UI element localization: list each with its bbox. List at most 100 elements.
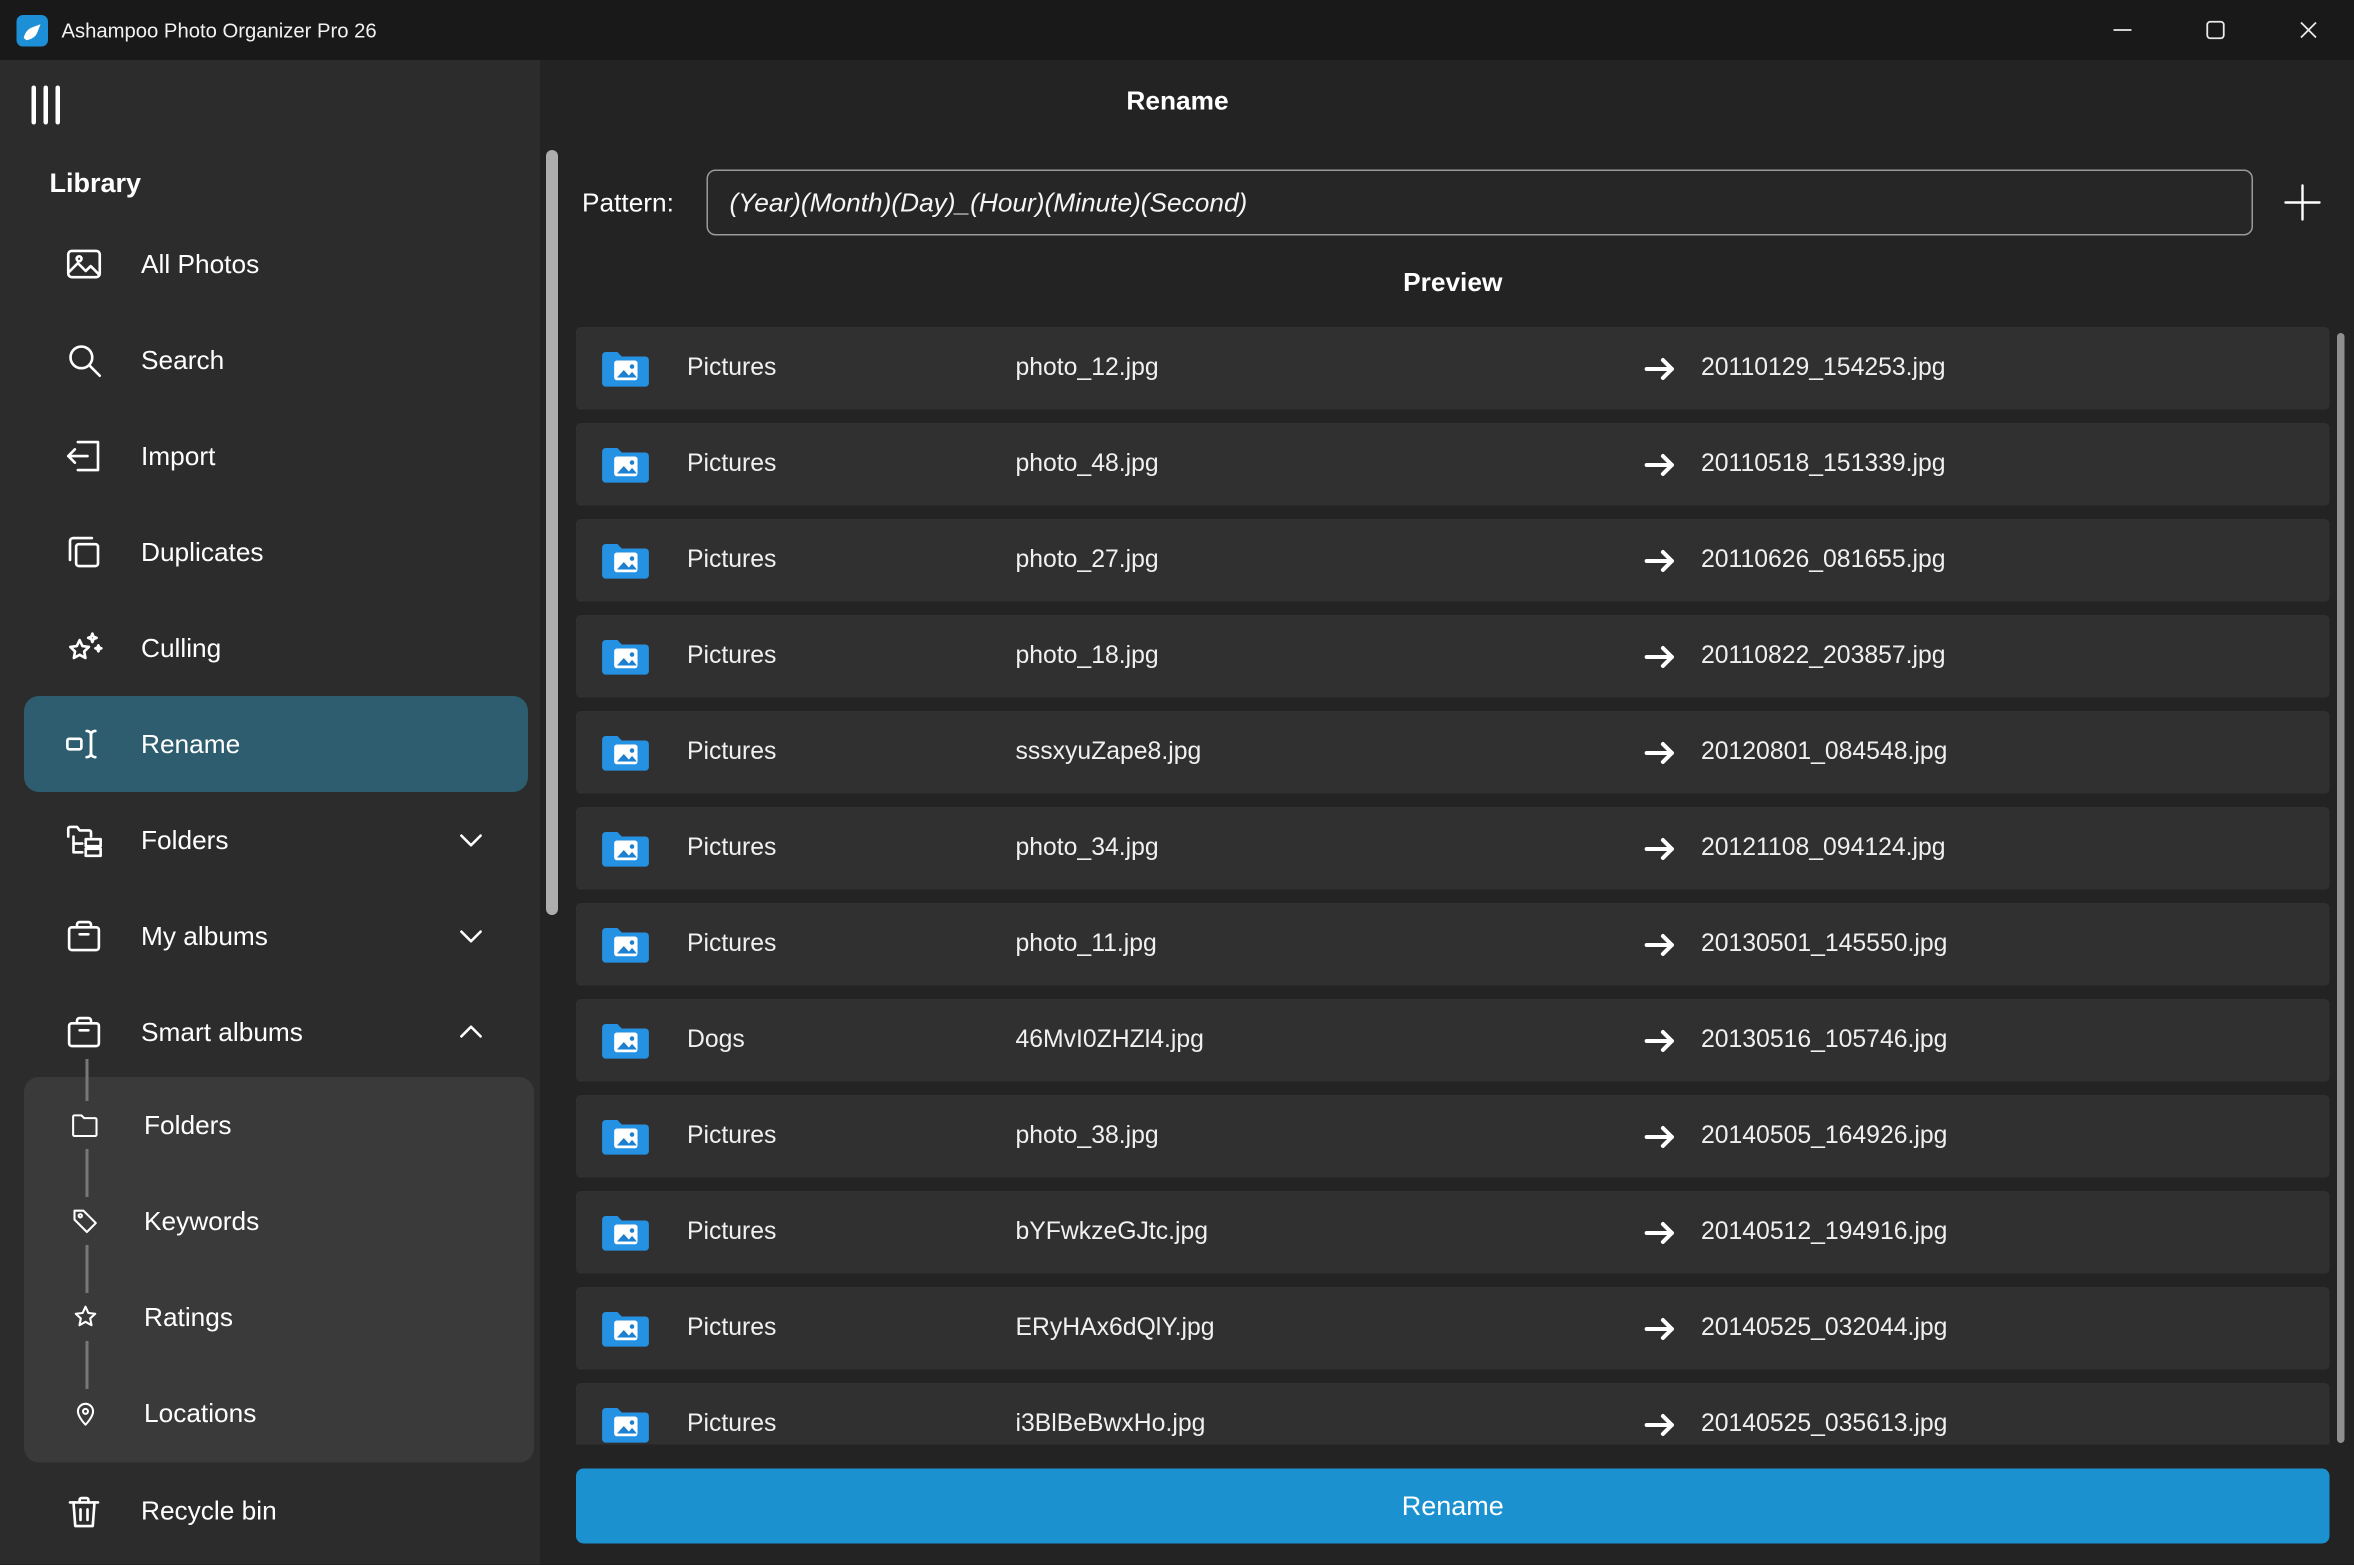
sidebar-item-label: Smart albums [141, 1016, 303, 1048]
preview-row[interactable]: Picturesi3BlBeBwxHo.jpg20140525_035613.j… [576, 1383, 2330, 1445]
smart-album-item-label: Keywords [144, 1205, 259, 1237]
arrow-right-icon [1641, 1117, 1680, 1156]
preview-row[interactable]: Picturesphoto_48.jpg20110518_151339.jpg [576, 423, 2330, 506]
sidebar-item-label: Duplicates [141, 536, 264, 568]
add-pattern-button[interactable] [2271, 168, 2334, 237]
smart-album-item-ratings[interactable]: Ratings [24, 1269, 534, 1365]
renamed-filename: 20120801_084548.jpg [1701, 738, 2330, 767]
folder-name: Pictures [687, 834, 1016, 863]
sidebar-scrollbar[interactable] [546, 150, 558, 915]
sidebar-item-recycle-bin[interactable]: Recycle bin [24, 1464, 528, 1559]
arrow-right-icon [1641, 349, 1680, 388]
close-button[interactable] [2262, 0, 2354, 60]
arrow-right-icon [1641, 541, 1680, 580]
renamed-filename: 20110129_154253.jpg [1701, 354, 2330, 383]
renamed-filename: 20110822_203857.jpg [1701, 642, 2330, 671]
original-filename: sssxyuZape8.jpg [1016, 738, 1642, 767]
preview-scrollbar[interactable] [2337, 333, 2345, 1443]
folder-icon [600, 1211, 651, 1255]
preview-row[interactable]: Picturesphoto_38.jpg20140505_164926.jpg [576, 1095, 2330, 1178]
folder-name: Pictures [687, 1314, 1016, 1343]
sidebar-item-search[interactable]: Search [24, 312, 528, 408]
folder-icon [600, 539, 651, 583]
renamed-filename: 20130501_145550.jpg [1701, 930, 2330, 959]
arrow-right-icon [1641, 1213, 1680, 1252]
preview-row[interactable]: PicturessssxyuZape8.jpg 20120801_084548.j… [576, 711, 2330, 794]
sidebar-item-duplicates[interactable]: Duplicates [24, 504, 528, 600]
sidebar: Library All Photos Search Import Duplicates… [0, 60, 540, 1565]
arrow-right-icon [1641, 1021, 1680, 1060]
main-content: Pattern: Preview Picturesphoto_12.jpg201… [540, 60, 2354, 1565]
folder-name: Pictures [687, 450, 1016, 479]
rename-button[interactable]: Rename [576, 1469, 2330, 1544]
folder-icon [600, 347, 651, 391]
folder-name: Pictures [687, 642, 1016, 671]
preview-row[interactable]: Dogs46MvI0ZHZl4.jpg20130516_105746.jpg [576, 999, 2330, 1082]
pattern-input[interactable] [707, 170, 2253, 236]
sidebar-item-smart-albums[interactable]: Smart albums [24, 984, 528, 1080]
renamed-filename: 20110518_151339.jpg [1701, 450, 2330, 479]
renamed-filename: 20140525_032044.jpg [1701, 1314, 2330, 1343]
preview-row[interactable]: Picturesphoto_34.jpg20121108_094124.jpg [576, 807, 2330, 890]
sidebar-item-my-albums[interactable]: My albums [24, 888, 528, 984]
folder-name: Pictures [687, 1218, 1016, 1247]
folder-name: Dogs [687, 1026, 1016, 1055]
search-icon [63, 339, 105, 381]
albums-icon [63, 915, 105, 957]
preview-row[interactable]: Picturesphoto_27.jpg20110626_081655.jpg [576, 519, 2330, 602]
pattern-row: Pattern: [582, 168, 2253, 237]
renamed-filename: 20140505_164926.jpg [1701, 1122, 2330, 1151]
trash-icon [63, 1490, 105, 1532]
smart-album-item-folders[interactable]: Folders [24, 1077, 534, 1173]
sidebar-item-rename[interactable]: Rename [24, 696, 528, 792]
albums-icon [63, 1011, 105, 1053]
arrow-right-icon [1641, 1309, 1680, 1348]
sidebar-item-culling[interactable]: Culling [24, 600, 528, 696]
plus-icon [2279, 179, 2327, 227]
original-filename: photo_18.jpg [1016, 642, 1642, 671]
sidebar-item-folders[interactable]: Folders [24, 792, 528, 888]
library-section-label: Library [50, 168, 142, 200]
chevron-down-icon [450, 819, 492, 861]
folder-name: Pictures [687, 354, 1016, 383]
preview-row[interactable]: PicturesbYFwkzeGJtc.jpg20140512_194916.j… [576, 1191, 2330, 1274]
minimize-button[interactable] [2076, 0, 2169, 60]
renamed-filename: 20110626_081655.jpg [1701, 546, 2330, 575]
folder-icon [600, 827, 651, 871]
folder-icon [600, 443, 651, 487]
sidebar-nav: All Photos Search Import Duplicates CullingR… [0, 216, 540, 1080]
menu-toggle-icon[interactable] [32, 84, 61, 126]
folder-name: Pictures [687, 1410, 1016, 1439]
folder-icon [600, 1019, 651, 1063]
folder-name: Pictures [687, 738, 1016, 767]
arrow-right-icon [1641, 445, 1680, 484]
arrow-right-icon [1641, 1405, 1680, 1444]
maximize-button[interactable] [2169, 0, 2262, 60]
sidebar-item-import[interactable]: Import [24, 408, 528, 504]
window-controls [2076, 0, 2354, 60]
folder-icon [600, 731, 651, 775]
folder-name: Pictures [687, 546, 1016, 575]
smart-album-item-label: Locations [144, 1397, 256, 1429]
preview-row[interactable]: Picturesphoto_12.jpg20110129_154253.jpg [576, 327, 2330, 410]
arrow-right-icon [1641, 733, 1680, 772]
pattern-label: Pattern: [582, 187, 674, 219]
folders-icon [63, 819, 105, 861]
folder-icon [600, 923, 651, 967]
star-icon [69, 1301, 102, 1334]
original-filename: ERyHAx6dQlY.jpg [1016, 1314, 1642, 1343]
arrow-right-icon [1641, 925, 1680, 964]
chevron-down-icon [450, 915, 492, 957]
preview-list: Picturesphoto_12.jpg20110129_154253.jpgP… [576, 327, 2330, 1445]
arrow-right-icon [1641, 637, 1680, 676]
preview-row[interactable]: Picturesphoto_18.jpg 20110822_203857.jpg [576, 615, 2330, 698]
original-filename: 46MvI0ZHZl4.jpg [1016, 1026, 1642, 1055]
original-filename: photo_11.jpg [1016, 930, 1642, 959]
folder-icon [600, 1307, 651, 1351]
sidebar-item-label: Search [141, 344, 224, 376]
smart-album-item-locations[interactable]: Locations [24, 1365, 534, 1461]
sidebar-item-all-photos[interactable]: All Photos [24, 216, 528, 312]
preview-row[interactable]: PicturesERyHAx6dQlY.jpg 20140525_032044.j… [576, 1287, 2330, 1370]
smart-album-item-keywords[interactable]: Keywords [24, 1173, 534, 1269]
preview-row[interactable]: Picturesphoto_11.jpg20130501_145550.jpg [576, 903, 2330, 986]
